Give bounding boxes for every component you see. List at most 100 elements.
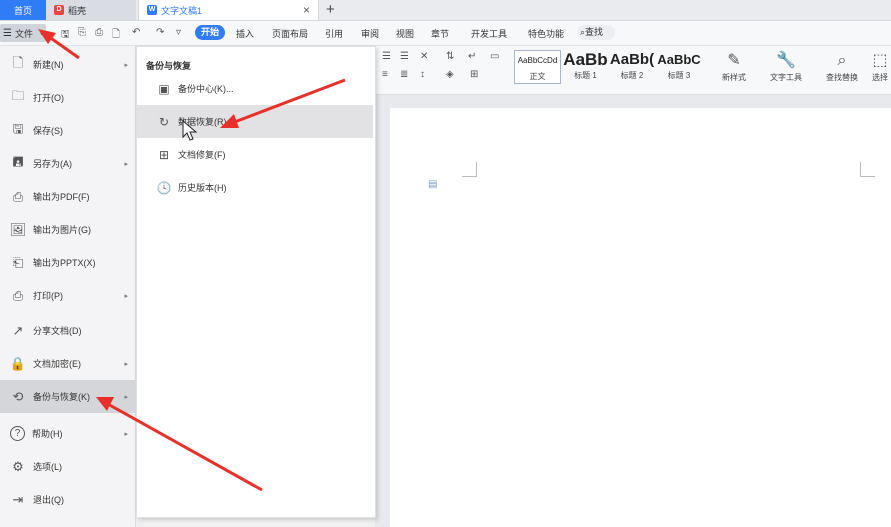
- style-preview: AaBbCcDd: [517, 56, 558, 65]
- increase-indent-icon[interactable]: ☰: [400, 51, 409, 62]
- text-tools-button[interactable]: 🔧 文字工具: [764, 50, 808, 83]
- tab-daoke[interactable]: D 稻壳: [46, 0, 136, 20]
- align-justify-icon[interactable]: ≣: [400, 69, 408, 80]
- paragraph-marker-icon[interactable]: ▤: [428, 179, 437, 190]
- style-preview: AaBb: [563, 50, 608, 69]
- file-menu-item[interactable]: 🗀 打开(O): [0, 81, 135, 114]
- file-menu-item[interactable]: ? 帮助(H) ▸: [0, 417, 135, 450]
- tab-developer[interactable]: 开发工具: [471, 27, 507, 40]
- daoke-logo-icon: D: [54, 5, 64, 15]
- style-heading-3[interactable]: AaBbC 标题 3: [656, 50, 702, 84]
- submenu-item[interactable]: ▣ 备份中心(K)...: [137, 72, 373, 105]
- print-quick-icon[interactable]: ⎙: [95, 27, 103, 38]
- new-style-button[interactable]: ✎ 新样式: [716, 50, 752, 83]
- writer-doc-icon: W: [147, 5, 157, 15]
- border-icon[interactable]: ▭: [490, 51, 499, 62]
- doc-repair-icon: ⊞: [158, 147, 170, 162]
- style-normal[interactable]: AaBbCcDd 正文: [514, 50, 561, 84]
- align-left-icon[interactable]: ≡: [382, 69, 388, 80]
- shading-icon[interactable]: ◈: [446, 69, 454, 80]
- file-menu-item[interactable]: ⇥ 退出(Q): [0, 483, 135, 516]
- file-menu-item-label: 文档加密(E): [33, 359, 81, 369]
- tab-home[interactable]: 首页: [0, 0, 46, 20]
- file-menu-button[interactable]: ☰ 文件 ⌄: [0, 24, 46, 42]
- table-border-icon[interactable]: ⊞: [470, 69, 478, 80]
- close-tab-icon[interactable]: ×: [303, 3, 310, 17]
- history-icon: 🕓: [156, 180, 172, 195]
- search-tab[interactable]: ⌕查找: [577, 25, 615, 40]
- document-page[interactable]: ▤: [390, 108, 891, 527]
- tab-review[interactable]: 审阅: [361, 27, 379, 40]
- tab-features[interactable]: 特色功能: [528, 27, 564, 40]
- chevron-down-icon: ⌄: [38, 30, 45, 37]
- submenu-item[interactable]: ↻ 数据恢复(R): [137, 105, 373, 138]
- tab-insert[interactable]: 插入: [236, 27, 254, 40]
- file-menu-item[interactable]: 🖫 保存(S): [0, 114, 135, 147]
- select-label: 选择: [872, 73, 888, 82]
- data-recovery-icon: ↻: [158, 114, 170, 129]
- decrease-indent-icon[interactable]: ☰: [382, 51, 391, 62]
- style-label: 标题 3: [667, 71, 691, 80]
- tab-start[interactable]: 开始: [195, 25, 225, 40]
- file-menu-item[interactable]: ⎙ 输出为PDF(F): [0, 180, 135, 213]
- undo-icon[interactable]: ↶: [132, 27, 140, 38]
- file-menu-label: 文件: [14, 28, 33, 39]
- select-button[interactable]: ⬚ 选择: [869, 50, 891, 83]
- submenu-item[interactable]: 🕓 历史版本(H): [137, 171, 373, 204]
- find-replace-button[interactable]: ⌕ 查找替换: [818, 50, 866, 83]
- crop-mark: [860, 162, 875, 177]
- file-menu-item[interactable]: 🖼 输出为图片(G): [0, 213, 135, 246]
- file-menu-item-label: 保存(S): [33, 126, 63, 136]
- find-replace-label: 查找替换: [826, 73, 858, 82]
- preview-quick-icon[interactable]: 🗋: [112, 27, 120, 44]
- gear-icon: ⚙: [12, 458, 24, 474]
- chinese-layout-icon[interactable]: ✕: [420, 51, 428, 62]
- file-menu-item[interactable]: 🔒 文档加密(E) ▸: [0, 347, 135, 380]
- tab-references[interactable]: 引用: [325, 27, 343, 40]
- backup-icon: ⟲: [12, 388, 24, 404]
- search-tab-label: 查找: [585, 27, 604, 37]
- text-tools-label: 文字工具: [770, 73, 802, 82]
- tab-view[interactable]: 视图: [396, 27, 414, 40]
- tab-section[interactable]: 章节: [431, 27, 449, 40]
- file-menu-item[interactable]: ⎗ 输出为PPTX(X): [0, 246, 135, 279]
- style-preview: AaBbC: [657, 52, 701, 67]
- file-menu-item[interactable]: ⟲ 备份与恢复(K) ▸: [0, 380, 135, 413]
- magnifier-icon: ⌕: [837, 52, 847, 69]
- chevron-right-icon: ▸: [124, 61, 128, 69]
- style-label: 正文: [529, 72, 546, 81]
- new-style-label: 新样式: [722, 73, 746, 82]
- line-spacing-icon[interactable]: ↕: [420, 69, 425, 80]
- chevron-right-icon: ▸: [124, 360, 128, 368]
- file-menu-item-label: 退出(Q): [33, 495, 64, 505]
- chevron-right-icon: ▸: [124, 393, 128, 401]
- file-menu-item-label: 帮助(H): [32, 429, 63, 439]
- folder-icon: 🗀: [11, 87, 25, 103]
- customize-dropdown-icon[interactable]: ▿: [176, 27, 181, 38]
- new-tab-button[interactable]: +: [326, 1, 335, 18]
- wrench-icon: 🔧: [776, 52, 796, 69]
- file-menu-item[interactable]: ⎙ 打印(P) ▸: [0, 279, 135, 312]
- export-quick-icon[interactable]: ⎘: [78, 27, 86, 38]
- style-heading-1[interactable]: AaBb 标题 1: [563, 50, 608, 84]
- file-menu-item[interactable]: 🗋 新建(N) ▸: [0, 48, 135, 81]
- file-menu-item[interactable]: 🖪 另存为(A) ▸: [0, 147, 135, 180]
- file-menu-item-label: 分享文档(D): [33, 326, 82, 336]
- save-quick-icon[interactable]: 🖫: [61, 27, 70, 44]
- style-heading-2[interactable]: AaBb( 标题 2: [609, 50, 655, 84]
- tab-document[interactable]: W 文字文稿1 ×: [138, 0, 319, 20]
- tab-page-layout[interactable]: 页面布局: [272, 27, 308, 40]
- share-icon: ↗: [12, 322, 24, 338]
- file-menu-item[interactable]: ↗ 分享文档(D): [0, 314, 135, 347]
- new-style-icon: ✎: [727, 52, 741, 69]
- select-icon: ⬚: [872, 52, 888, 69]
- redo-icon[interactable]: ↷: [156, 27, 164, 38]
- file-menu-item[interactable]: ⚙ 选项(L): [0, 450, 135, 483]
- paragraph-mark-icon[interactable]: ↵: [468, 51, 476, 62]
- sort-icon[interactable]: ⇅: [446, 51, 454, 62]
- backup-center-icon: ▣: [158, 81, 170, 96]
- style-label: 标题 2: [620, 71, 644, 80]
- help-icon: ?: [10, 426, 25, 441]
- submenu-item[interactable]: ⊞ 文档修复(F): [137, 138, 373, 171]
- save-icon: 🖫: [12, 120, 24, 136]
